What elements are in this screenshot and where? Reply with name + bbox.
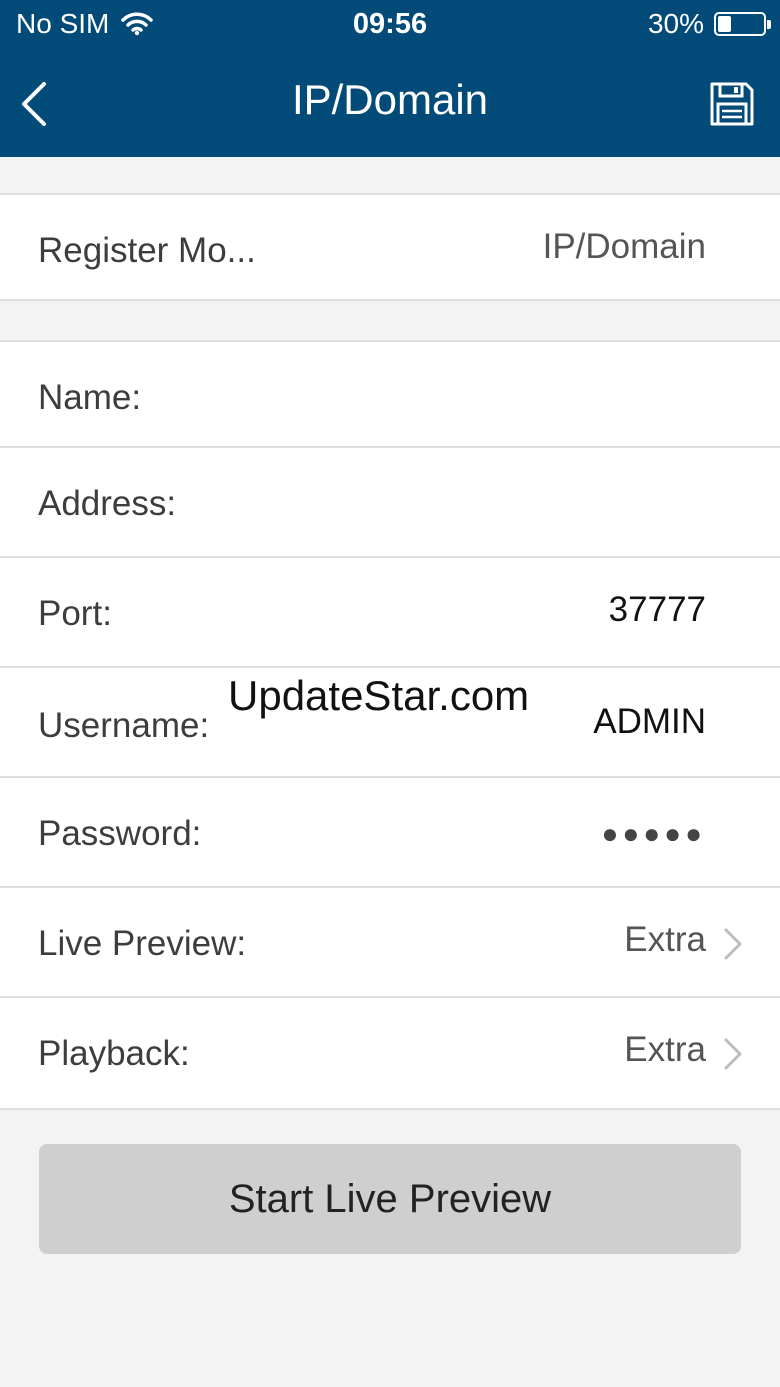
username-label: Username:: [38, 706, 210, 745]
status-right: 30%: [647, 8, 771, 40]
password-label: Password:: [38, 814, 202, 853]
chevron-right-icon: [724, 928, 742, 960]
register-mode-group: Register Mo... IP/Domain: [0, 193, 780, 301]
live-preview-label: Live Preview:: [38, 924, 247, 963]
address-row[interactable]: Address:: [0, 448, 780, 558]
battery-fill: [718, 16, 731, 32]
name-label: Name:: [38, 378, 142, 417]
username-value[interactable]: ADMIN: [593, 702, 706, 742]
nav-bar: IP/Domain: [0, 52, 780, 157]
device-fields-group: Name: Address: Port: 37777 Username: ADM…: [0, 340, 780, 1110]
chevron-right-icon: [724, 1038, 742, 1070]
password-row[interactable]: Password: ●●●●●: [0, 778, 780, 888]
name-row[interactable]: Name:: [0, 342, 780, 448]
save-floppy-icon[interactable]: [708, 80, 756, 128]
password-value[interactable]: ●●●●●: [601, 818, 706, 850]
register-mode-row[interactable]: Register Mo... IP/Domain: [0, 195, 780, 299]
battery-percent: 30%: [647, 8, 704, 39]
page-title: IP/Domain: [291, 76, 489, 123]
live-preview-value: Extra: [624, 920, 706, 959]
port-row[interactable]: Port: 37777: [0, 558, 780, 668]
playback-row[interactable]: Playback: Extra: [0, 998, 780, 1108]
start-live-preview-button[interactable]: Start Live Preview: [39, 1144, 741, 1254]
live-preview-row[interactable]: Live Preview: Extra: [0, 888, 780, 998]
port-label: Port:: [38, 594, 112, 633]
battery-icon: [714, 12, 771, 36]
username-row[interactable]: Username: ADMIN: [0, 668, 780, 778]
address-label: Address:: [38, 484, 177, 523]
register-mode-label: Register Mo...: [38, 231, 256, 270]
port-value[interactable]: 37777: [609, 590, 706, 630]
register-mode-value: IP/Domain: [542, 227, 706, 266]
playback-label: Playback:: [38, 1034, 190, 1073]
status-bar: No SIM 09:56 30%: [0, 0, 780, 52]
playback-value: Extra: [624, 1030, 706, 1069]
